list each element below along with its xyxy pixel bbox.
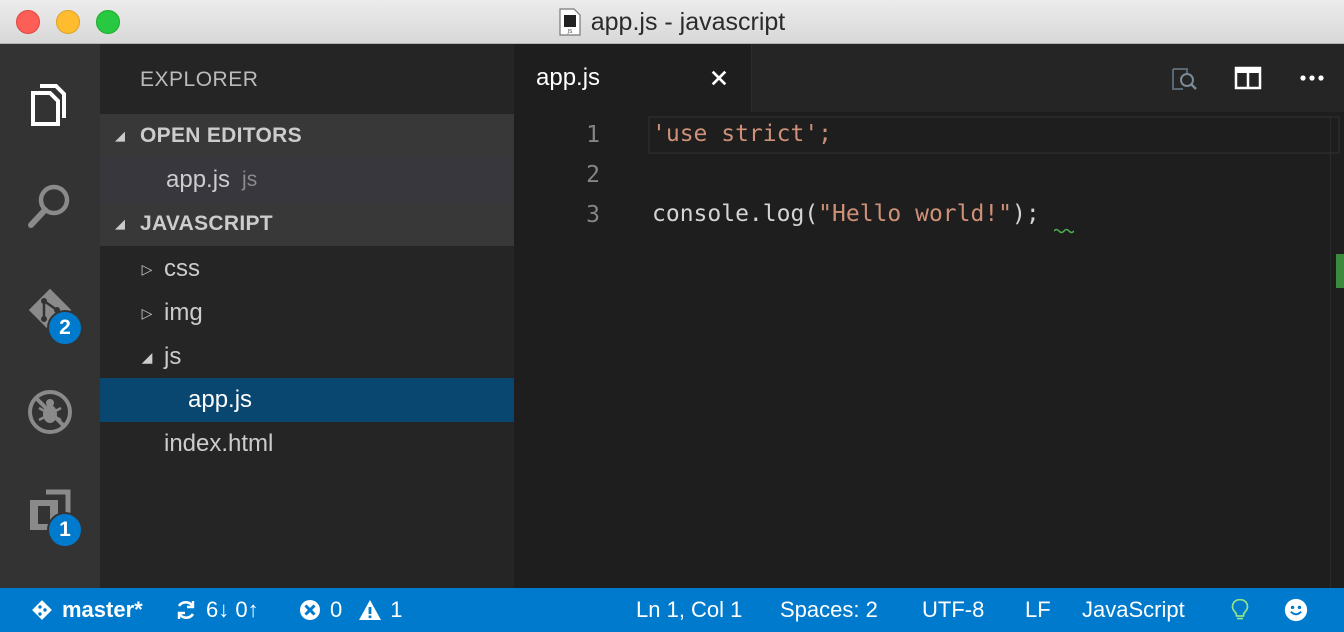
tab-label: app.js [536,64,601,91]
code-token: ); [1012,201,1040,227]
open-editors-header[interactable]: ◢ OPEN EDITORS [100,114,514,158]
tree-item-label: img [164,299,203,326]
feedback-smiley-icon[interactable] [1284,588,1308,632]
tree-item-label: index.html [164,430,274,457]
source-control-activity[interactable]: 2 [0,262,100,358]
error-count: 0 [330,597,343,622]
tree-item-label: app.js [188,386,253,413]
tree-item-label: css [164,255,200,282]
tree-item-label: js [164,343,182,370]
line-number: 2 [586,162,600,188]
error-icon [300,600,320,620]
editor-area: app.js 1 2 3 'use strict'; console.log("… [514,44,1344,588]
search-activity[interactable] [0,158,100,254]
tree-item-index-html[interactable]: index.html [100,422,514,466]
string-literal: "Hello world!" [818,201,1013,227]
close-tab-icon[interactable] [705,64,733,92]
lightbulb-icon[interactable] [1228,588,1252,632]
chevron-right-icon: ▷ [141,304,153,321]
svg-text:JS: JS [566,29,572,35]
indentation-status[interactable]: Spaces: 2 [780,588,878,632]
open-editor-folder-hint: js [242,168,258,191]
title-bar: JS app.js - javascript [0,0,1344,44]
explorer-activity[interactable] [0,56,100,152]
tree-item-img[interactable]: ▷ img [100,291,514,335]
split-editor-icon [1234,66,1262,90]
git-branch-icon [32,600,52,620]
chevron-down-icon: ◢ [141,348,153,365]
status-bar: master* 6↓ 0↑ 0 1 Ln 1, Col 1 Spaces: 2 … [0,588,1344,632]
open-editors-label: OPEN EDITORS [140,124,302,147]
ellipsis-icon [1300,75,1324,81]
code-line: 'use strict'; [652,121,833,147]
tree-item-js[interactable]: ◢ js [100,335,514,379]
debug-activity[interactable] [0,364,100,460]
open-editor-item[interactable]: app.js js [100,158,514,202]
sidebar-title: EXPLORER [140,68,259,91]
search-icon [28,184,70,228]
files-icon [31,84,66,126]
extensions-badge: 1 [47,512,83,548]
sync-status[interactable]: 6↓ 0↑ [174,588,259,632]
tree-item-css[interactable]: ▷ css [100,247,514,291]
branch-status[interactable]: master* [30,588,143,632]
tree-item-app-js[interactable]: app.js [100,378,514,422]
document-icon: JS [559,8,581,36]
open-editor-filename: app.js [166,166,231,193]
more-actions-button[interactable] [1280,44,1344,112]
collapse-triangle-icon: ◢ [115,128,125,143]
editor-actions [1152,44,1344,112]
encoding-status[interactable]: UTF-8 [922,588,984,632]
code-line: console.log("Hello world!"); [652,201,1040,227]
eol-status[interactable]: LF [1025,588,1051,632]
activity-bar: 2 1 [0,44,100,588]
overview-ruler-mark [1336,254,1344,288]
sync-counts: 6↓ 0↑ [206,597,259,622]
sync-icon [177,601,195,619]
line-number: 1 [586,122,600,148]
chevron-right-icon: ▷ [141,260,153,277]
window-title: app.js - javascript [590,7,786,36]
warning-icon [359,600,382,620]
code-token: console.log( [652,201,819,227]
split-editor-button[interactable] [1216,44,1280,112]
open-changes-icon [1172,68,1197,90]
warning-count: 1 [390,597,403,622]
extensions-activity[interactable]: 1 [0,464,100,560]
branch-name: master* [62,597,143,622]
tab-app-js[interactable]: app.js [514,44,752,112]
scm-badge: 2 [47,310,83,346]
folder-header[interactable]: ◢ JAVASCRIPT [100,202,514,246]
language-status[interactable]: JavaScript [1082,588,1185,632]
explorer-sidebar: EXPLORER ◢ OPEN EDITORS app.js js ◢ JAVA… [100,44,514,588]
editor-scrollbar[interactable] [1330,116,1344,588]
open-changes-button[interactable] [1152,44,1216,112]
cursor-position-status[interactable]: Ln 1, Col 1 [636,588,742,632]
tab-bar: app.js [514,44,1344,112]
debug-icon [28,390,72,434]
folder-label: JAVASCRIPT [140,212,273,235]
line-number: 3 [586,202,600,228]
collapse-triangle-icon: ◢ [115,216,125,231]
problems-status[interactable]: 0 1 [298,588,403,632]
warning-squiggle [1054,228,1074,234]
